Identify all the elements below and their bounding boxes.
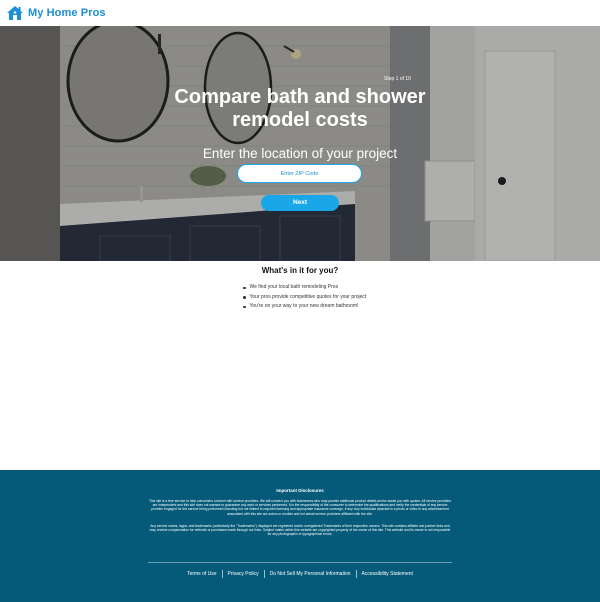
hero-section: Step 1 of 10 Compare bath and shower rem… (0, 26, 600, 261)
bullet-icon (243, 286, 246, 289)
benefit-text: We find your local bath remodeling Pros (249, 284, 339, 290)
trademark-disclosure-text: Any service marks, logos, and trademarks… (149, 524, 451, 537)
house-icon (7, 6, 23, 20)
accessibility-statement-link[interactable]: Accessibility Statement (357, 571, 418, 577)
site-header: My Home Pros (0, 0, 600, 26)
next-button[interactable]: Next (261, 195, 339, 211)
bullet-icon (243, 296, 246, 299)
site-footer: Important Disclosures This site is a fre… (0, 470, 600, 602)
benefits-list: We find your local bath remodeling Pros … (243, 283, 366, 312)
bullet-icon (243, 305, 246, 308)
benefits-heading: What's in it for you? (261, 266, 339, 275)
brand-name: My Home Pros (28, 7, 106, 19)
page-title: Compare bath and shower remodel costs (174, 86, 426, 131)
benefit-text: You're on your way to your new dream bat… (249, 303, 359, 309)
do-not-sell-link[interactable]: Do Not Sell My Personal Information (265, 571, 356, 577)
step-indicator: Step 1 of 10 (384, 76, 411, 82)
terms-of-use-link[interactable]: Terms of Use (182, 571, 221, 577)
list-item: Your pros provide competitive quotes for… (243, 293, 366, 303)
list-item: We find your local bath remodeling Pros (243, 283, 366, 293)
hero-overlay (0, 26, 600, 261)
disclosures-title: Important Disclosures (276, 488, 324, 493)
hero-subtitle: Enter the location of your project (202, 146, 398, 161)
benefit-text: Your pros provide competitive quotes for… (249, 293, 367, 300)
disclosure-text: This site is a free service to help cons… (148, 499, 452, 516)
footer-links: Terms of Use Privacy Policy Do Not Sell … (0, 570, 600, 578)
zip-code-input[interactable] (237, 164, 362, 183)
list-item: You're on your way to your new dream bat… (243, 302, 366, 312)
privacy-policy-link[interactable]: Privacy Policy (223, 571, 264, 577)
footer-divider (148, 562, 452, 563)
brand-logo[interactable]: My Home Pros (6, 5, 106, 21)
